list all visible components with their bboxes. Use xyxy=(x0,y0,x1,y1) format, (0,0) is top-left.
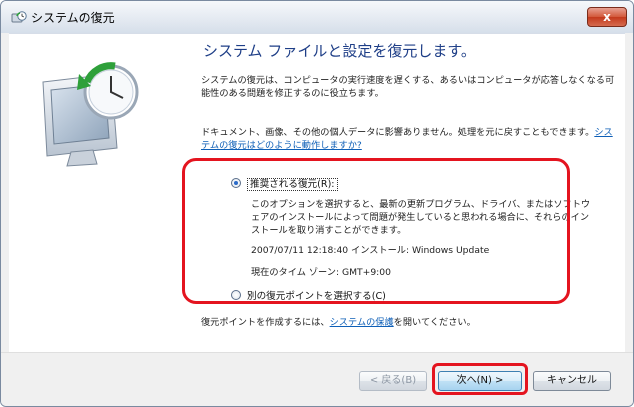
highlight-next-button xyxy=(432,363,528,395)
button-bar: < 戻る(B) 次へ(N) > キャンセル xyxy=(1,352,633,406)
hint-prefix: 復元ポイントを作成するには、 xyxy=(201,317,330,328)
system-protection-hint: 復元ポイントを作成するには、システムの保護を開いてください。 xyxy=(201,314,476,328)
close-button[interactable]: x xyxy=(587,7,627,27)
description-text: システムの復元は、コンピュータの実行速度を遅くする、あるいはコンピュータが応答し… xyxy=(201,75,615,99)
window-title: システムの復元 xyxy=(31,11,115,25)
system-restore-icon xyxy=(11,11,27,23)
page-heading: システム ファイルと設定を復元します。 xyxy=(203,42,476,60)
system-restore-window: システムの復元 x システム ファイルと設定を復元します。 システムの復元は、コ… xyxy=(0,0,634,407)
back-button[interactable]: < 戻る(B) xyxy=(359,371,427,391)
cancel-button[interactable]: キャンセル xyxy=(533,371,611,391)
title-bar[interactable]: システムの復元 x xyxy=(1,1,633,33)
highlight-recommended-restore xyxy=(182,158,570,304)
note-body: ドキュメント、画像、その他の個人データに影響ありません。処理を元に戻すこともでき… xyxy=(201,127,595,138)
close-icon: x xyxy=(603,10,611,24)
hint-suffix: を開いてください。 xyxy=(393,317,476,328)
note-text: ドキュメント、画像、その他の個人データに影響ありません。処理を元に戻すこともでき… xyxy=(201,126,621,152)
system-restore-hero-icon xyxy=(42,62,139,167)
system-protection-link[interactable]: システムの保護 xyxy=(330,317,394,328)
